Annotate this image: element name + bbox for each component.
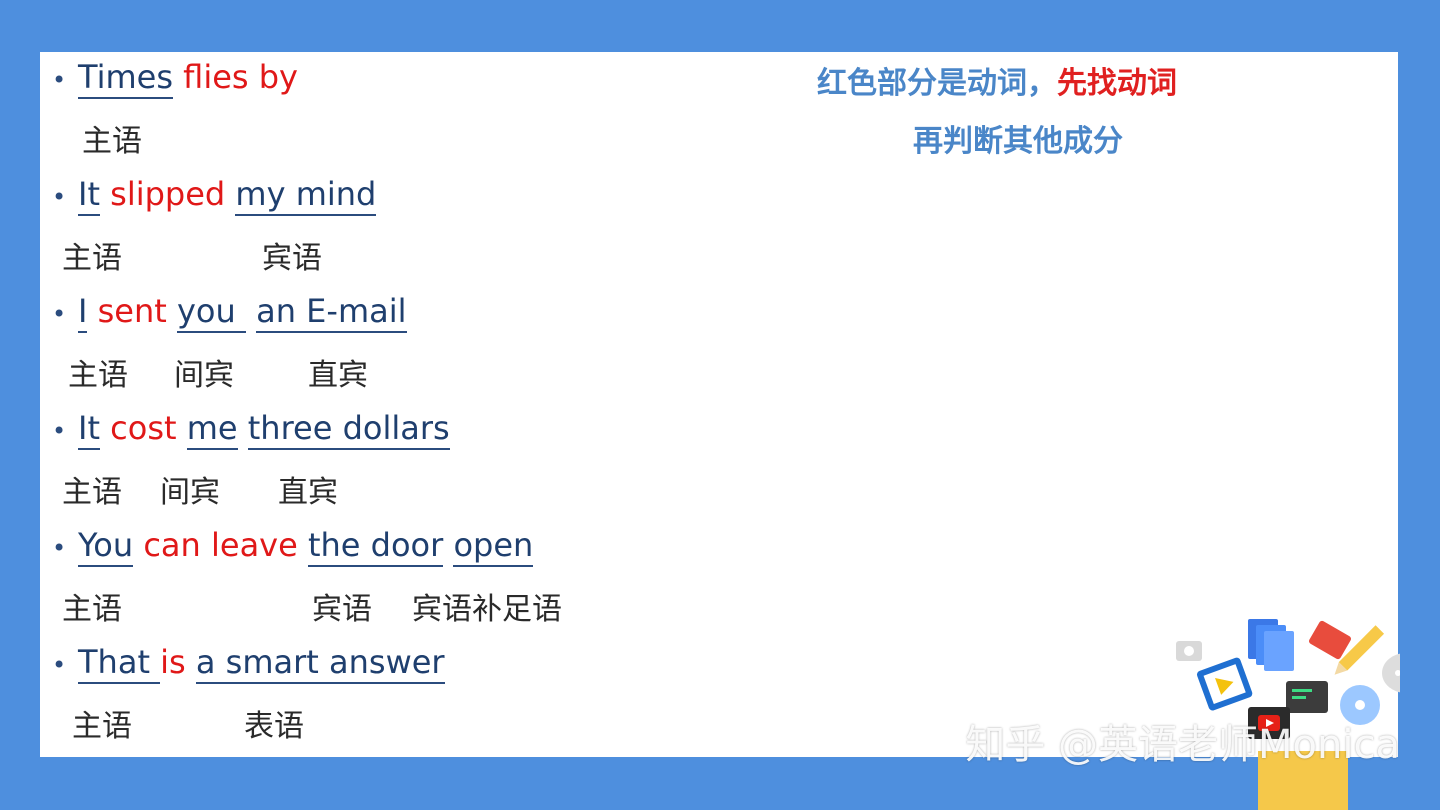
verb-part: is [160,643,186,681]
bullet-icon: • [52,183,67,211]
sentence-6: • That is a smart answer [52,643,445,685]
label-direct-object: 直宾 [278,475,338,510]
sentence-part [167,292,177,330]
sentence-part: open [453,526,534,568]
sentence-part [100,175,110,213]
label-predicative: 表语 [244,709,304,744]
sentence-part: the door [307,526,444,568]
documents-icon [1248,619,1294,671]
label-subject: 主语 [82,124,142,159]
label-object-complement: 宾语补足语 [412,592,562,627]
label-indirect-object: 间宾 [160,475,220,510]
bullet-icon: • [52,417,67,445]
sentence-part [238,409,248,447]
label-direct-object: 直宾 [308,358,368,393]
watermark: 知乎 @英语老师Monica [965,722,1400,768]
sentence-part: Times [78,58,173,100]
label-object: 宾语 [312,592,372,627]
sentence-part: I [78,292,88,334]
label-subject: 主语 [62,475,122,510]
sentence-part [177,409,187,447]
sentence-part: an E-mail [256,292,407,334]
sentence-part: a smart answer [195,643,445,685]
sentence-3: • I sent you an E-mail [52,292,407,334]
drive-icon [1196,657,1253,711]
sentence-part: That [78,643,161,685]
bullet-icon: • [52,66,67,94]
bullet-icon: • [52,651,67,679]
sentence-part [246,292,256,330]
note-blue-text: 红色部分是动词， [817,66,1057,101]
verb-part: flies by [183,58,298,96]
label-subject: 主语 [62,592,122,627]
label-indirect-object: 间宾 [174,358,234,393]
verb-part: can leave [143,526,298,564]
sentence-part: It [78,175,100,217]
sentence-1: • Times flies by [52,58,298,100]
sentence-part [225,175,235,213]
bullet-icon: • [52,300,67,328]
sentence-part [298,526,308,564]
sentence-part [186,643,196,681]
verb-part: slipped [110,175,226,213]
sentence-2: • It slipped my mind [52,175,377,217]
sentence-part: three dollars [247,409,450,451]
label-subject: 主语 [68,358,128,393]
sentence-part: me [186,409,238,451]
terminal-icon [1286,681,1328,713]
sentence-5: • You can leave the door open [52,526,534,568]
sentence-4: • It cost me three dollars [52,409,450,451]
label-object: 宾语 [262,241,322,276]
note-red-text: 先找动词 [1057,66,1177,101]
sentence-part [87,292,97,330]
decorative-icons [1176,619,1400,810]
folder-icon [1309,620,1351,660]
sentence-part [133,526,143,564]
verb-part: cost [110,409,177,447]
sentence-part: It [78,409,100,451]
bullet-icon: • [52,534,67,562]
label-subject: 主语 [72,709,132,744]
note-line-2: 再判断其他成分 [913,124,1123,159]
verb-part: sent [97,292,167,330]
sentence-part: you [176,292,246,334]
sentence-part: You [78,526,134,568]
sentence-part: my mind [235,175,377,217]
chat-bubble-icon [1382,653,1400,693]
sentence-part [173,58,183,96]
label-subject: 主语 [62,241,122,276]
note-line-1: 红色部分是动词，先找动词 [817,58,1177,102]
sentence-part [443,526,453,564]
sentence-part [100,409,110,447]
